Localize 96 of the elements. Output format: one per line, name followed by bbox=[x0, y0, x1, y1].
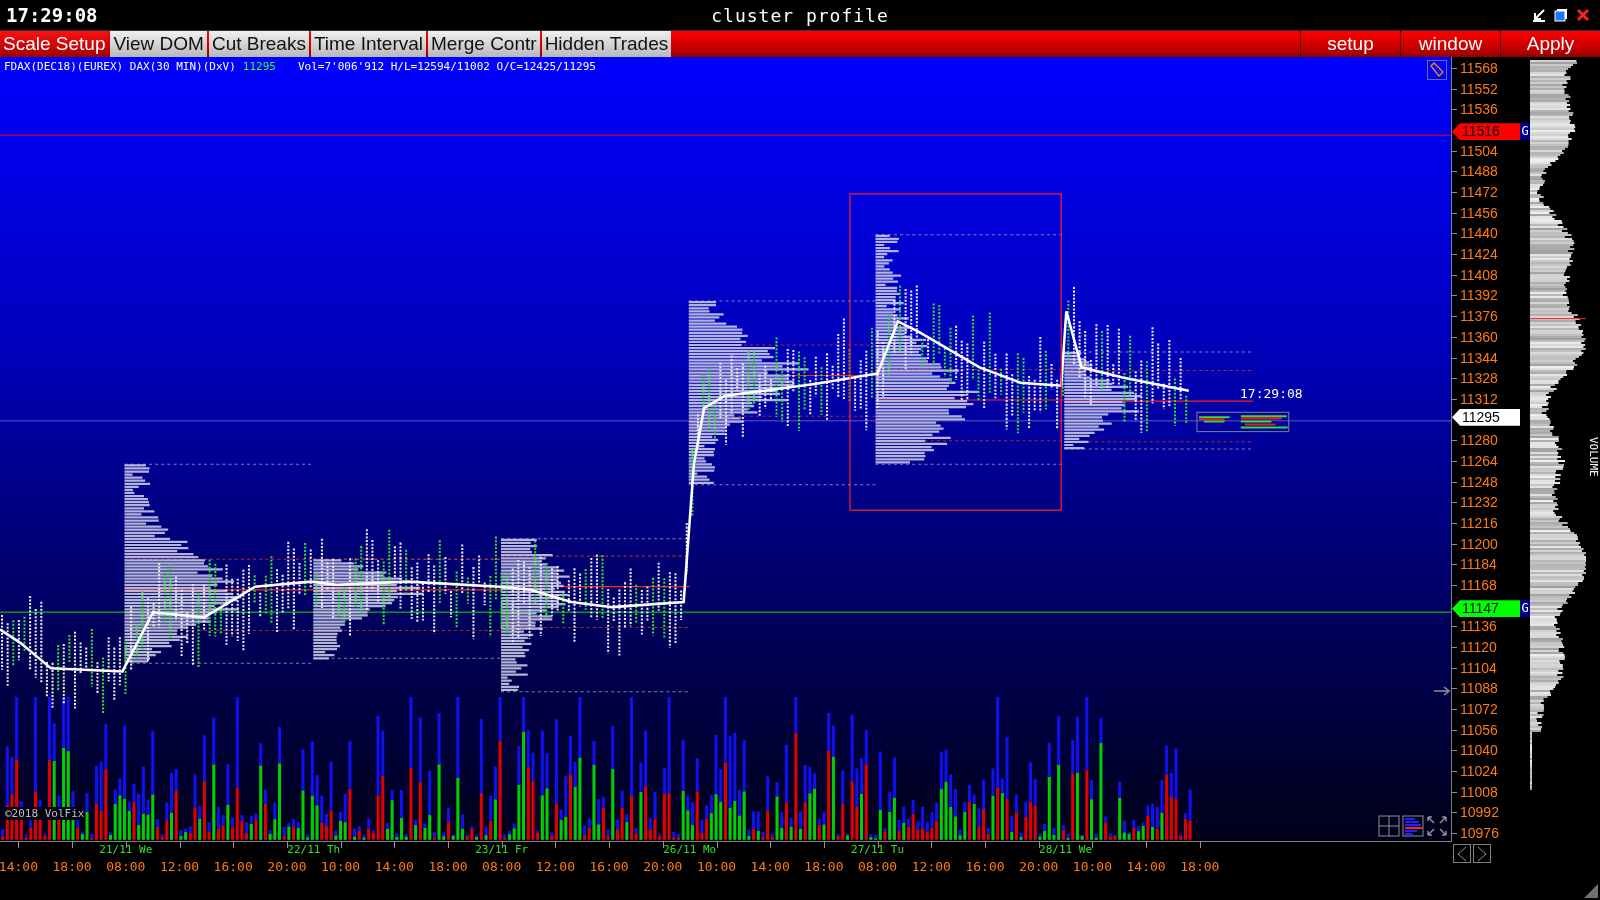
time-label: 18:00 bbox=[1180, 859, 1220, 874]
scroll-left-button[interactable] bbox=[1453, 844, 1471, 863]
time-label: 12:00 bbox=[159, 859, 200, 874]
toolbar-tab[interactable]: Scale Setup bbox=[0, 31, 109, 57]
toolbar-tab[interactable]: Time Interval bbox=[310, 31, 426, 57]
price-label: 10992 bbox=[1460, 803, 1499, 822]
marker-badge: G bbox=[1520, 600, 1530, 618]
price-label: 11472 bbox=[1460, 183, 1498, 202]
date-label: 26/11 Mo bbox=[663, 843, 717, 856]
time-label: 08:00 bbox=[106, 859, 146, 874]
expand-icon[interactable] bbox=[1426, 815, 1448, 837]
stats-label: Vol=7'006'912 H/L=12594/11002 O/C=12425/11295 bbox=[297, 60, 596, 73]
price-label: 10976 bbox=[1460, 824, 1499, 843]
time-label: 20:00 bbox=[1019, 859, 1059, 874]
price-label: 11504 bbox=[1460, 141, 1498, 160]
price-label: 11056 bbox=[1460, 720, 1498, 739]
price-label: 11104 bbox=[1460, 658, 1497, 677]
toolbar-tab[interactable]: View DOM bbox=[110, 31, 207, 57]
time-label: 16:00 bbox=[965, 859, 1005, 874]
toolbar-tab[interactable]: Hidden Trades bbox=[541, 31, 672, 57]
close-icon[interactable] bbox=[1576, 8, 1590, 22]
grid-icon[interactable] bbox=[1378, 815, 1400, 837]
time-label: 12:00 bbox=[535, 859, 575, 874]
arrow-icon[interactable] bbox=[1434, 686, 1450, 696]
price-label: 11232 bbox=[1460, 493, 1498, 512]
price-label: 11424 bbox=[1460, 245, 1498, 264]
window-title: cluster profile bbox=[711, 4, 889, 26]
price-marker: 11147 bbox=[1452, 600, 1520, 618]
price-label: 11280 bbox=[1460, 431, 1498, 450]
price-label: 11024 bbox=[1460, 762, 1498, 781]
date-label: 27/11 Tu bbox=[851, 843, 905, 856]
selection-rectangle[interactable] bbox=[849, 193, 1062, 511]
profile-icon[interactable] bbox=[1402, 815, 1424, 837]
time-label: 14:00 bbox=[0, 859, 38, 874]
time-label: 20:00 bbox=[643, 859, 683, 874]
price-label: 11072 bbox=[1460, 700, 1498, 719]
tag-icon[interactable] bbox=[1427, 60, 1447, 80]
time-label: 14:00 bbox=[750, 859, 790, 874]
price-label: 11344 bbox=[1460, 348, 1498, 367]
price-label: 11568 bbox=[1460, 59, 1498, 77]
price-label: 11168 bbox=[1460, 576, 1497, 594]
price-label: 11216 bbox=[1460, 513, 1498, 532]
time-label: 16:00 bbox=[589, 859, 629, 874]
price-label: 11312 bbox=[1460, 389, 1498, 408]
volume-label: VOLUME bbox=[1587, 437, 1600, 477]
time-label: 14:00 bbox=[374, 859, 414, 874]
toolbar-tab[interactable]: Merge Contr bbox=[428, 31, 540, 57]
price-label: 11200 bbox=[1460, 534, 1498, 553]
price-label: 11456 bbox=[1460, 203, 1498, 222]
price-marker: 11516 bbox=[1452, 123, 1520, 141]
time-label: 08:00 bbox=[858, 859, 898, 874]
price-label: 11264 bbox=[1460, 451, 1498, 470]
restore-icon[interactable] bbox=[1554, 8, 1568, 22]
price-label: 11536 bbox=[1460, 100, 1498, 119]
instrument-label: FDAX(DEC18)(EUREX) DAX(30 MIN)(DxV) bbox=[4, 60, 236, 73]
minimize-icon[interactable] bbox=[1532, 8, 1546, 22]
price-label: 11408 bbox=[1460, 265, 1498, 284]
date-label: 28/11 We bbox=[1039, 843, 1093, 856]
time-label: 12:00 bbox=[911, 859, 951, 874]
time-label: 10:00 bbox=[1072, 859, 1112, 874]
marker-badge: G bbox=[1520, 123, 1530, 141]
scroll-right-button[interactable] bbox=[1473, 844, 1491, 863]
price-label: 11088 bbox=[1460, 679, 1498, 698]
price-label: 11328 bbox=[1460, 369, 1498, 388]
toolbar-button[interactable]: Apply bbox=[1500, 31, 1600, 57]
last-price: 11295 bbox=[242, 60, 276, 73]
date-label: 22/11 Th bbox=[287, 843, 341, 856]
time-label: 10:00 bbox=[321, 859, 361, 874]
price-label: 11552 bbox=[1460, 79, 1498, 98]
price-label: 11360 bbox=[1460, 327, 1498, 346]
current-time-label: 17:29:08 bbox=[1240, 386, 1303, 401]
time-label: 18:00 bbox=[804, 859, 844, 874]
price-label: 11184 bbox=[1460, 555, 1497, 574]
time-label: 08:00 bbox=[482, 859, 522, 874]
price-label: 11120 bbox=[1460, 638, 1497, 657]
date-label: 23/11 Fr bbox=[475, 843, 529, 856]
copyright-label: ©2018 VolFix bbox=[4, 807, 86, 820]
price-marker: 11295 bbox=[1452, 408, 1520, 426]
price-label: 11008 bbox=[1460, 782, 1498, 801]
resize-grip-icon[interactable] bbox=[1584, 884, 1598, 898]
price-label: 11376 bbox=[1460, 307, 1498, 326]
time-label: 16:00 bbox=[213, 859, 253, 874]
time-label: 20:00 bbox=[267, 859, 307, 874]
price-label: 11136 bbox=[1460, 617, 1497, 636]
toolbar-tab[interactable]: Cut Breaks bbox=[208, 31, 309, 57]
date-label: 21/11 We bbox=[99, 843, 153, 856]
time-label: 18:00 bbox=[52, 859, 92, 874]
price-label: 11440 bbox=[1460, 224, 1498, 243]
price-label: 11488 bbox=[1460, 162, 1498, 181]
price-label: 11392 bbox=[1460, 286, 1498, 305]
price-label: 11040 bbox=[1460, 741, 1498, 760]
time-label: 14:00 bbox=[1126, 859, 1166, 874]
time-label: 10:00 bbox=[696, 859, 737, 874]
time-label: 18:00 bbox=[428, 859, 468, 874]
price-label: 11248 bbox=[1460, 472, 1498, 491]
clock: 17:29:08 bbox=[6, 4, 98, 26]
